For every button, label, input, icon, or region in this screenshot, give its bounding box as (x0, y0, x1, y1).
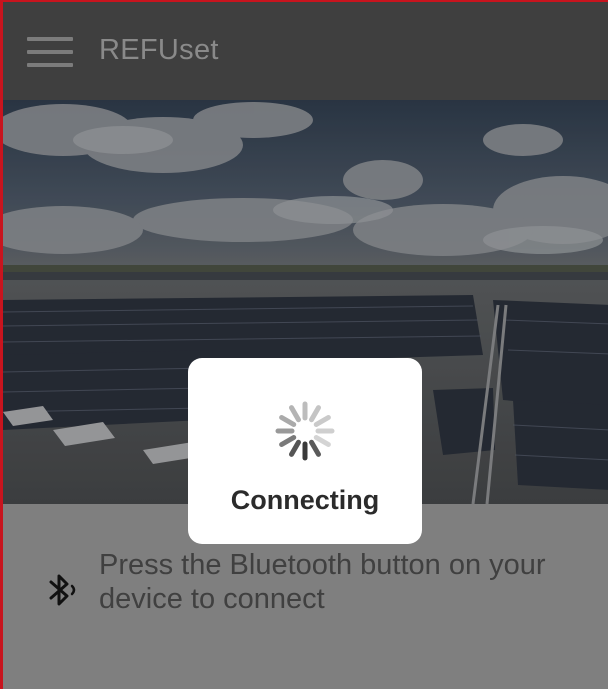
hamburger-menu-icon[interactable] (27, 36, 73, 68)
app-title: REFUset (99, 34, 219, 66)
bluetooth-icon (43, 570, 83, 610)
connecting-dialog: Connecting (188, 358, 422, 544)
bluetooth-instruction-text: Press the Bluetooth button on your devic… (99, 549, 546, 615)
top-app-bar: REFUset (3, 2, 608, 100)
connecting-label: Connecting (230, 485, 380, 515)
app-window: REFUset Press the Bluetooth button on yo… (0, 0, 608, 689)
loading-spinner-icon (272, 398, 338, 464)
